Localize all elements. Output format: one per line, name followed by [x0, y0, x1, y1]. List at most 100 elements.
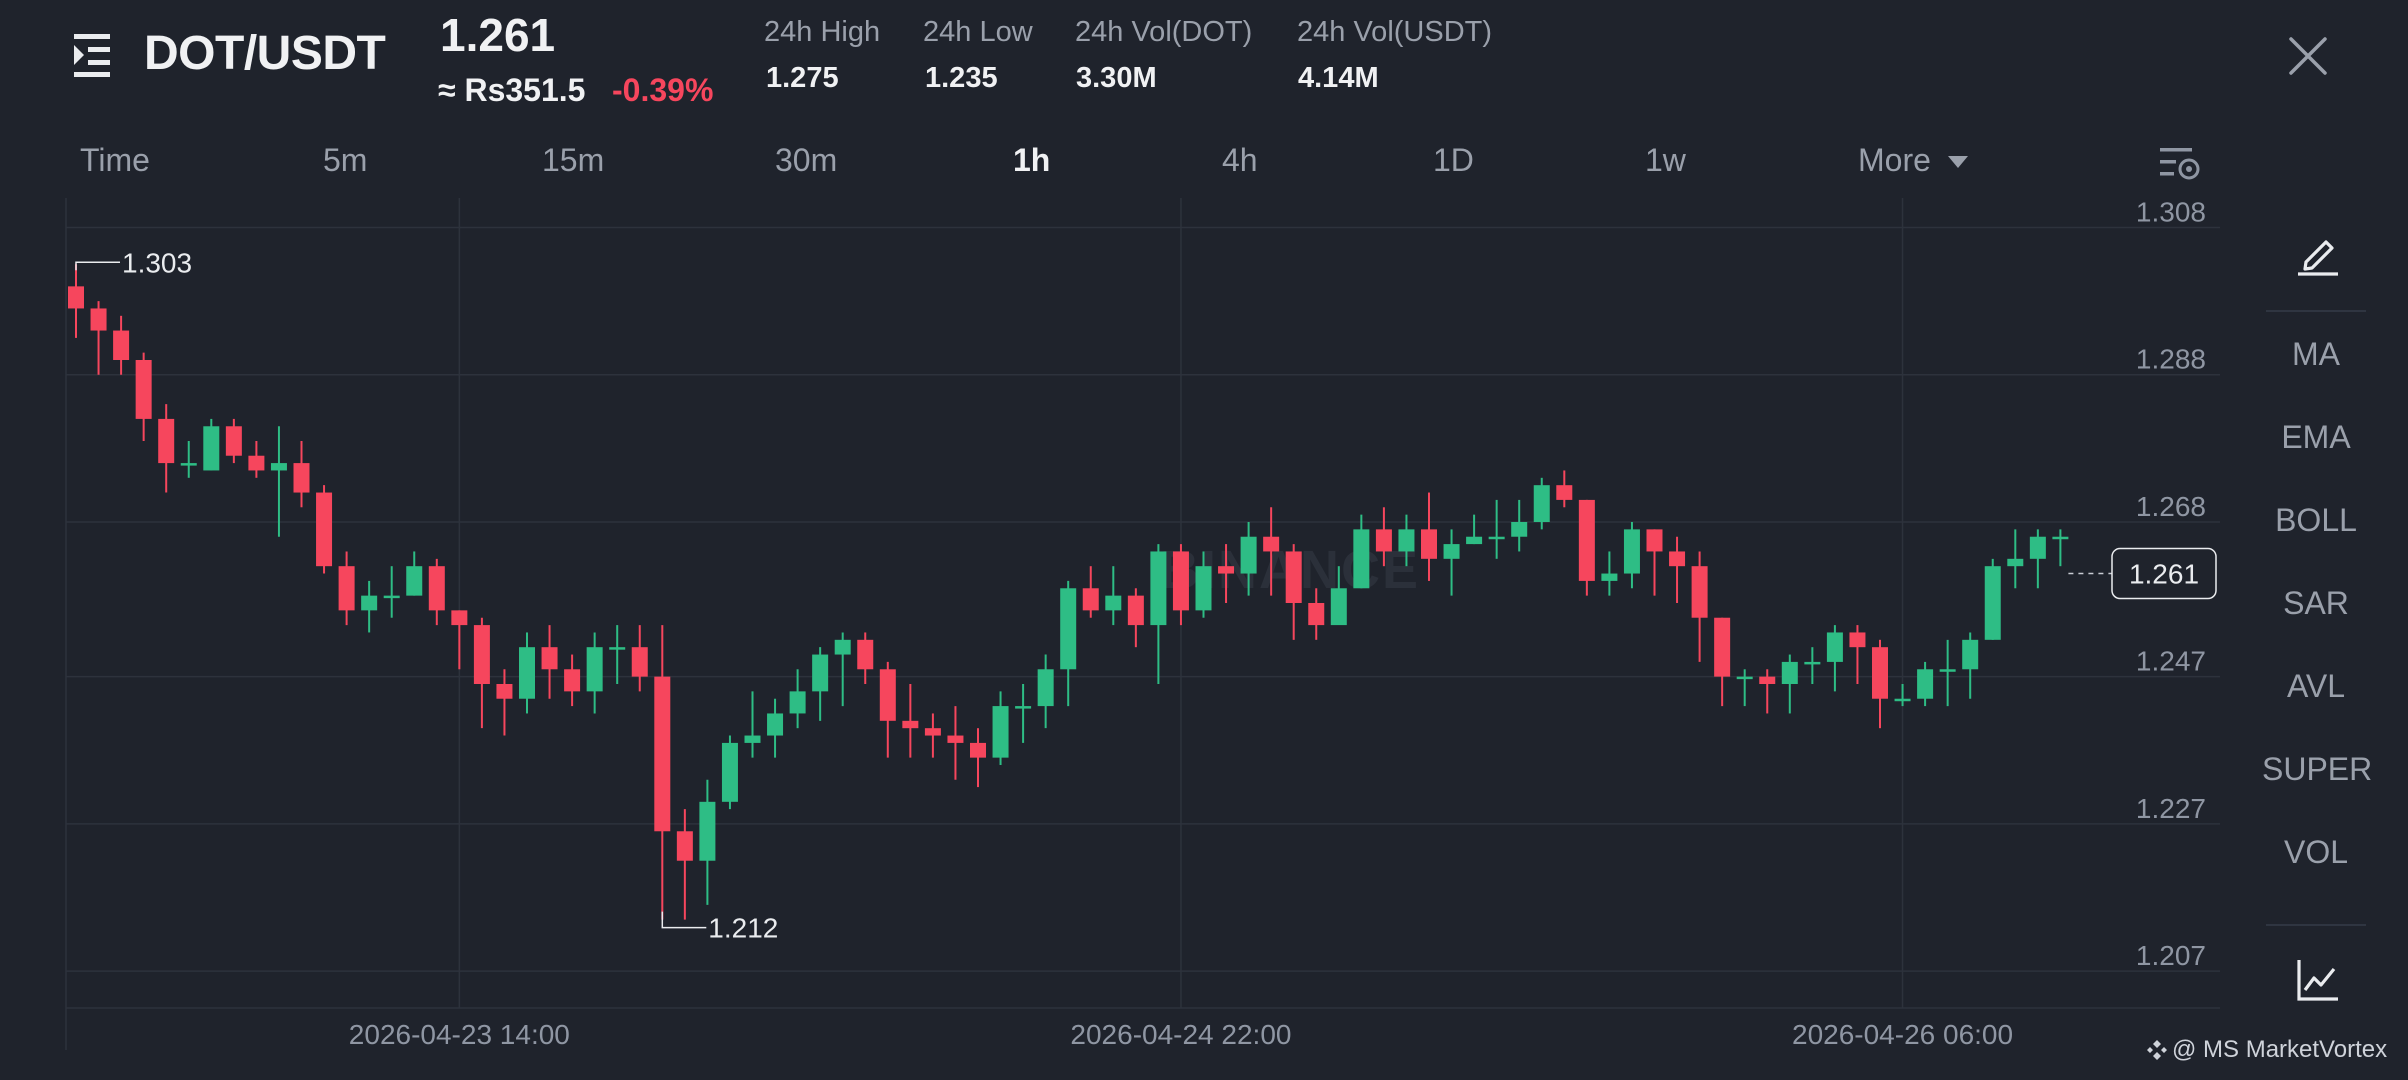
candle-body — [68, 286, 84, 309]
candle — [338, 551, 355, 626]
close-icon[interactable] — [2288, 36, 2328, 76]
candle-body — [2007, 558, 2024, 567]
candle-body — [113, 330, 130, 360]
candle — [248, 441, 265, 478]
candle — [316, 485, 333, 574]
candle — [541, 625, 558, 699]
high-price-label: 1.303 — [122, 247, 192, 278]
candle-body — [1127, 595, 1144, 626]
candles — [68, 264, 2069, 920]
candle-body — [1421, 529, 1437, 559]
candle — [1781, 654, 1798, 714]
candle-body — [767, 713, 784, 736]
candle — [812, 647, 829, 721]
x-tick-label: 2026-04-23 14:00 — [349, 1019, 570, 1050]
candle-body — [2029, 536, 2046, 559]
tab-time[interactable]: Time — [80, 142, 150, 179]
candle — [1443, 529, 1460, 596]
candle — [1082, 566, 1099, 618]
candle-body — [519, 647, 535, 699]
candle — [2052, 529, 2069, 567]
candle-body — [834, 639, 851, 655]
tab-5m[interactable]: 5m — [323, 142, 367, 179]
chart-settings-icon[interactable] — [2158, 144, 2202, 184]
binance-logo-icon — [2147, 1040, 2167, 1060]
candle — [1466, 514, 1483, 545]
candle-body — [473, 625, 490, 684]
tab-30m[interactable]: 30m — [775, 142, 837, 179]
indicator-ma[interactable]: MA — [2262, 336, 2370, 373]
menu-icon[interactable] — [74, 34, 122, 78]
candle — [947, 706, 964, 780]
candle-body — [609, 647, 626, 650]
candle-body — [857, 639, 874, 670]
y-tick-label: 1.268 — [2136, 491, 2206, 522]
indicator-vol[interactable]: VOL — [2262, 834, 2370, 871]
stat-24h-low-label: 24h Low — [923, 16, 1033, 48]
candle — [113, 315, 130, 375]
candle-body — [1759, 676, 1776, 684]
candle-body — [1646, 529, 1663, 552]
candle-body — [1917, 669, 1934, 699]
candle — [992, 691, 1009, 765]
candle-body — [1601, 573, 1618, 581]
tab-1d[interactable]: 1D — [1433, 142, 1474, 179]
candle — [1826, 625, 1843, 692]
candle — [1917, 661, 1934, 707]
candle-body — [1623, 529, 1640, 574]
indicator-boll[interactable]: BOLL — [2262, 502, 2370, 539]
trading-pair[interactable]: DOT/USDT — [144, 26, 386, 81]
candle — [293, 441, 310, 508]
candle — [1849, 625, 1866, 684]
candle — [744, 691, 761, 758]
candle — [68, 264, 84, 338]
low-price-label: 1.212 — [708, 913, 778, 944]
tab-1h[interactable]: 1h — [1013, 142, 1050, 179]
candle — [90, 301, 107, 375]
tab-4h[interactable]: 4h — [1222, 142, 1258, 179]
candle — [1037, 654, 1054, 729]
candle — [1962, 632, 1979, 699]
indicator-sar[interactable]: SAR — [2262, 585, 2370, 622]
candle-body — [1984, 566, 2001, 640]
sidebar-divider — [2266, 924, 2366, 926]
candle-body — [451, 610, 468, 626]
caret-down-icon — [1947, 155, 1968, 168]
candlestick-chart[interactable]: BINANCE 1.3081.2881.2681.2471.2271.207 2… — [0, 195, 2230, 1065]
indicator-super[interactable]: SUPER — [2262, 751, 2372, 788]
candle-body — [1939, 669, 1956, 672]
candle-body — [90, 308, 107, 331]
candle-body — [428, 566, 445, 611]
candle — [1894, 684, 1911, 707]
candle — [406, 551, 423, 596]
candle — [1939, 639, 1956, 707]
tab-1w[interactable]: 1w — [1645, 142, 1686, 179]
candle-body — [270, 463, 287, 471]
tab-15m[interactable]: 15m — [542, 142, 604, 179]
candle — [586, 632, 603, 714]
candle — [270, 426, 287, 537]
candle — [834, 632, 851, 707]
stat-24h-vol-dot-value: 3.30M — [1076, 62, 1157, 94]
x-axis: 2026-04-23 14:00 2026-04-24 22:00 2026-04-… — [349, 1019, 2013, 1050]
candle-body — [1195, 566, 1212, 611]
candle-body — [1872, 647, 1888, 699]
candle-body — [2052, 536, 2069, 540]
more-intervals-button[interactable]: More — [1858, 142, 1968, 179]
x-tick-label: 2026-04-24 22:00 — [1070, 1019, 1291, 1050]
candle — [1015, 684, 1032, 743]
candle-body — [361, 595, 378, 611]
line-chart-icon[interactable] — [2296, 958, 2340, 1002]
pencil-icon[interactable] — [2296, 232, 2340, 276]
candle — [721, 735, 738, 810]
last-price-label: 1.261 — [2129, 559, 2199, 590]
candle-body — [1443, 544, 1460, 559]
candle-body — [631, 647, 648, 677]
candle-body — [676, 831, 693, 861]
stat-24h-low-value: 1.235 — [925, 62, 998, 94]
candle — [135, 352, 152, 441]
indicator-ema[interactable]: EMA — [2262, 419, 2370, 456]
indicator-avl[interactable]: AVL — [2262, 668, 2370, 705]
high-marker-line — [75, 261, 120, 271]
sidebar-divider — [2266, 310, 2366, 312]
